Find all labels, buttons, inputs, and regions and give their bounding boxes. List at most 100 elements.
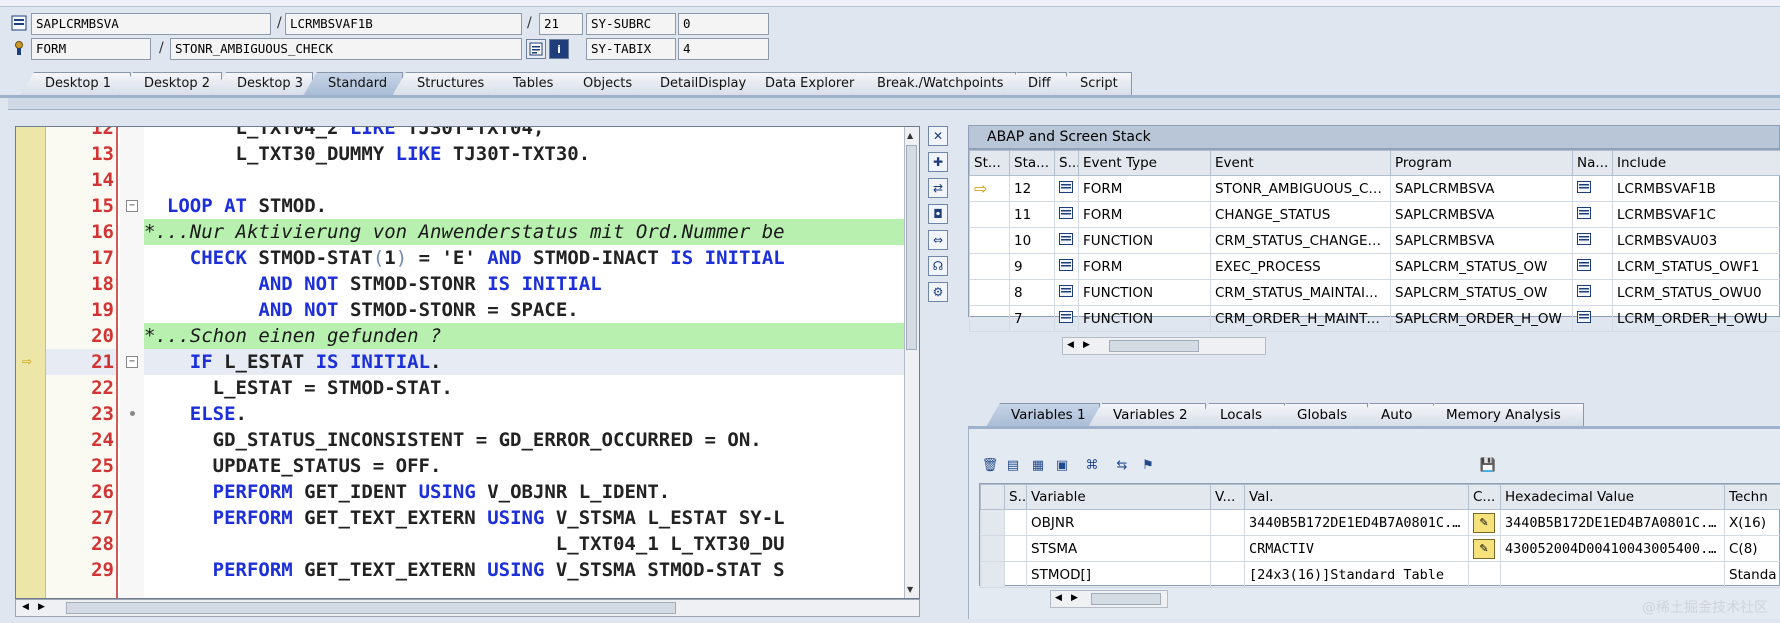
variable-name-cell[interactable]: STSMA — [1026, 535, 1211, 562]
stack-type-icon-cell[interactable] — [1054, 175, 1079, 202]
tab-standard[interactable]: Standard — [303, 72, 403, 96]
stack-event-type-cell[interactable]: FUNCTION — [1078, 305, 1211, 332]
stack-grid[interactable]: St... Sta... S... Event Type Event Program Na.… — [968, 149, 1780, 332]
variable-row[interactable]: OBJNR 3440B5B172DE1ED4B7A0801C... ✎ 3440B5B… — [980, 509, 1780, 536]
stack-program-cell[interactable]: SAPLCRMBSVA — [1390, 227, 1573, 254]
stack-column-header[interactable]: Event — [1210, 150, 1391, 176]
list-icon[interactable]: ▦ — [1028, 458, 1048, 476]
code-line[interactable]: 24 GD_STATUS_INCONSISTENT = GD_ERROR_OCC… — [16, 427, 906, 453]
stack-program-cell[interactable]: SAPLCRM_STATUS_OW — [1390, 279, 1573, 306]
code-line[interactable]: 23 ELSE. — [16, 401, 906, 427]
hierarchy-icon[interactable]: ⌘ — [1082, 458, 1102, 476]
scroll-up-icon[interactable]: ▲ — [907, 131, 913, 140]
line-field[interactable]: 21 — [539, 13, 583, 35]
variable-column-header[interactable]: Variable — [1026, 484, 1211, 510]
settings-icon[interactable]: ⚙ — [928, 282, 948, 302]
variables-hscroll[interactable]: ◀ ▶ — [1050, 590, 1168, 608]
collapse-block-icon[interactable]: − — [126, 200, 138, 212]
code-line[interactable]: 19 AND NOT STMOD-STONR = SPACE. — [16, 297, 906, 323]
navigate-icon[interactable] — [1577, 206, 1591, 223]
navigate-icon[interactable] — [1577, 232, 1591, 249]
include-field[interactable]: LCRMBSVAF1B — [285, 13, 522, 35]
stack-include-cell[interactable]: LCRM_STATUS_OWF1 — [1612, 253, 1780, 280]
variable-column-header[interactable]: V... — [1210, 484, 1245, 510]
tab-desktop-3[interactable]: Desktop 3 — [212, 72, 313, 96]
stack-event-cell[interactable]: STONR_AMBIGUOUS_CH... — [1210, 175, 1391, 202]
code-line[interactable]: 28 L_TXT04_1 L_TXT30_DU — [16, 531, 906, 557]
stack-event-cell[interactable]: CRM_STATUS_CHANGE_... — [1210, 227, 1391, 254]
code-line[interactable]: 16 *...Nur Aktivierung von Anwenderstatus… — [16, 219, 906, 245]
stack-nav-cell[interactable] — [1572, 175, 1613, 202]
scroll-right-icon[interactable]: ▶ — [38, 602, 45, 612]
variable-hex-cell[interactable]: 3440B5B172DE1ED4B7A0801C... — [1500, 509, 1725, 536]
variable-v-cell[interactable] — [1210, 535, 1245, 562]
info-icon[interactable]: i — [549, 39, 569, 59]
tab-variables-1[interactable]: Variables 1 — [986, 403, 1100, 427]
resize-icon[interactable]: ⇔ — [928, 230, 948, 250]
stack-event-type-cell[interactable]: FORM — [1078, 201, 1211, 228]
variable-status-cell[interactable] — [1004, 535, 1027, 562]
stack-type-icon-cell[interactable] — [1054, 305, 1079, 332]
editor-vertical-scrollbar[interactable]: ▲ ▼ — [904, 127, 919, 598]
variable-name-cell[interactable]: OBJNR — [1026, 509, 1211, 536]
stack-level-cell[interactable]: 9 — [1009, 253, 1055, 280]
stack-level-cell[interactable]: 10 — [1009, 227, 1055, 254]
new-tool-icon[interactable]: ✚ — [928, 152, 948, 172]
swap-tool-icon[interactable]: ⇄ — [928, 178, 948, 198]
row-selector-header[interactable] — [980, 484, 1005, 510]
scroll-down-icon[interactable]: ▼ — [907, 585, 913, 594]
stack-status-cell[interactable] — [969, 305, 1010, 332]
tab-locals[interactable]: Locals — [1195, 403, 1285, 427]
delete-icon[interactable]: 🗑 — [980, 458, 1000, 476]
code-line[interactable]: 22 L_ESTAT = STMOD-STAT. — [16, 375, 906, 401]
variable-v-cell[interactable] — [1210, 509, 1245, 536]
stack-type-icon-cell[interactable] — [1054, 253, 1079, 280]
variable-value-cell[interactable]: [24x3(16)]Standard Table — [1244, 561, 1469, 588]
variable-column-header[interactable]: Val. — [1244, 484, 1469, 510]
navigate-icon[interactable] — [1577, 180, 1591, 197]
services-icon[interactable]: ☊ — [928, 256, 948, 276]
code-line[interactable]: 15− LOOP AT STMOD. — [16, 193, 906, 219]
stack-row[interactable]: 7 FUNCTION CRM_ORDER_H_MAINTA... SAPLCRM_OR… — [969, 305, 1780, 332]
tab-memory-analysis[interactable]: Memory Analysis — [1421, 403, 1584, 427]
code-line[interactable]: 27 PERFORM GET_TEXT_EXTERN USING V_STSMA… — [16, 505, 906, 531]
stack-nav-cell[interactable] — [1572, 201, 1613, 228]
variable-status-cell[interactable] — [1004, 509, 1027, 536]
stack-column-header[interactable]: Event Type — [1078, 150, 1211, 176]
stack-status-cell[interactable] — [969, 201, 1010, 228]
program-field[interactable]: SAPLCRMBSVA — [31, 13, 271, 35]
stack-nav-cell[interactable] — [1572, 279, 1613, 306]
stack-row[interactable]: ⇨ 12 FORM STONR_AMBIGUOUS_CH... SAPLCRMBSVA L… — [969, 175, 1780, 202]
code-line[interactable]: 29 PERFORM GET_TEXT_EXTERN USING V_STSMA… — [16, 557, 906, 583]
row-selector[interactable] — [980, 535, 1005, 562]
stack-program-cell[interactable]: SAPLCRMBSVA — [1390, 201, 1573, 228]
stack-status-cell[interactable] — [969, 227, 1010, 254]
variable-v-cell[interactable] — [1210, 561, 1245, 588]
scroll-left-icon[interactable]: ◀ — [22, 602, 29, 612]
stack-include-cell[interactable]: LCRMBSVAF1B — [1612, 175, 1780, 202]
tab-variables-2[interactable]: Variables 2 — [1088, 403, 1206, 427]
stack-event-cell[interactable]: CRM_STATUS_MAINTAI... — [1210, 279, 1391, 306]
stack-event-type-cell[interactable]: FUNCTION — [1078, 279, 1211, 306]
stack-column-header[interactable]: S... — [1054, 150, 1079, 176]
stack-row[interactable]: 10 FUNCTION CRM_STATUS_CHANGE_... SAPLCRMBS… — [969, 227, 1780, 254]
editor-scroll-thumb[interactable] — [906, 145, 917, 350]
stack-event-type-cell[interactable]: FORM — [1078, 253, 1211, 280]
stack-column-header[interactable]: St... — [969, 150, 1010, 176]
navigate-icon[interactable] — [1577, 284, 1591, 301]
variable-row[interactable]: STMOD[] [24x3(16)]Standard Table Standa — [980, 561, 1780, 588]
display-source-icon[interactable] — [526, 39, 546, 59]
stack-column-header[interactable]: Sta... — [1009, 150, 1055, 176]
stack-type-icon-cell[interactable] — [1054, 227, 1079, 254]
variable-column-header[interactable]: C... — [1468, 484, 1501, 510]
stack-status-cell[interactable] — [969, 279, 1010, 306]
stack-column-header[interactable]: Program — [1390, 150, 1573, 176]
stack-level-cell[interactable]: 11 — [1009, 201, 1055, 228]
scroll-left-icon[interactable]: ◀ — [1055, 593, 1062, 603]
stack-nav-cell[interactable] — [1572, 305, 1613, 332]
stack-row[interactable]: 9 FORM EXEC_PROCESS SAPLCRM_STATUS_OW LCRM_S… — [969, 253, 1780, 280]
stack-include-cell[interactable]: LCRM_ORDER_H_OWU — [1612, 305, 1780, 332]
event-name-field[interactable]: STONR_AMBIGUOUS_CHECK — [170, 38, 522, 60]
navigate-icon[interactable] — [1577, 258, 1591, 275]
scroll-right-icon[interactable]: ▶ — [1071, 593, 1078, 603]
